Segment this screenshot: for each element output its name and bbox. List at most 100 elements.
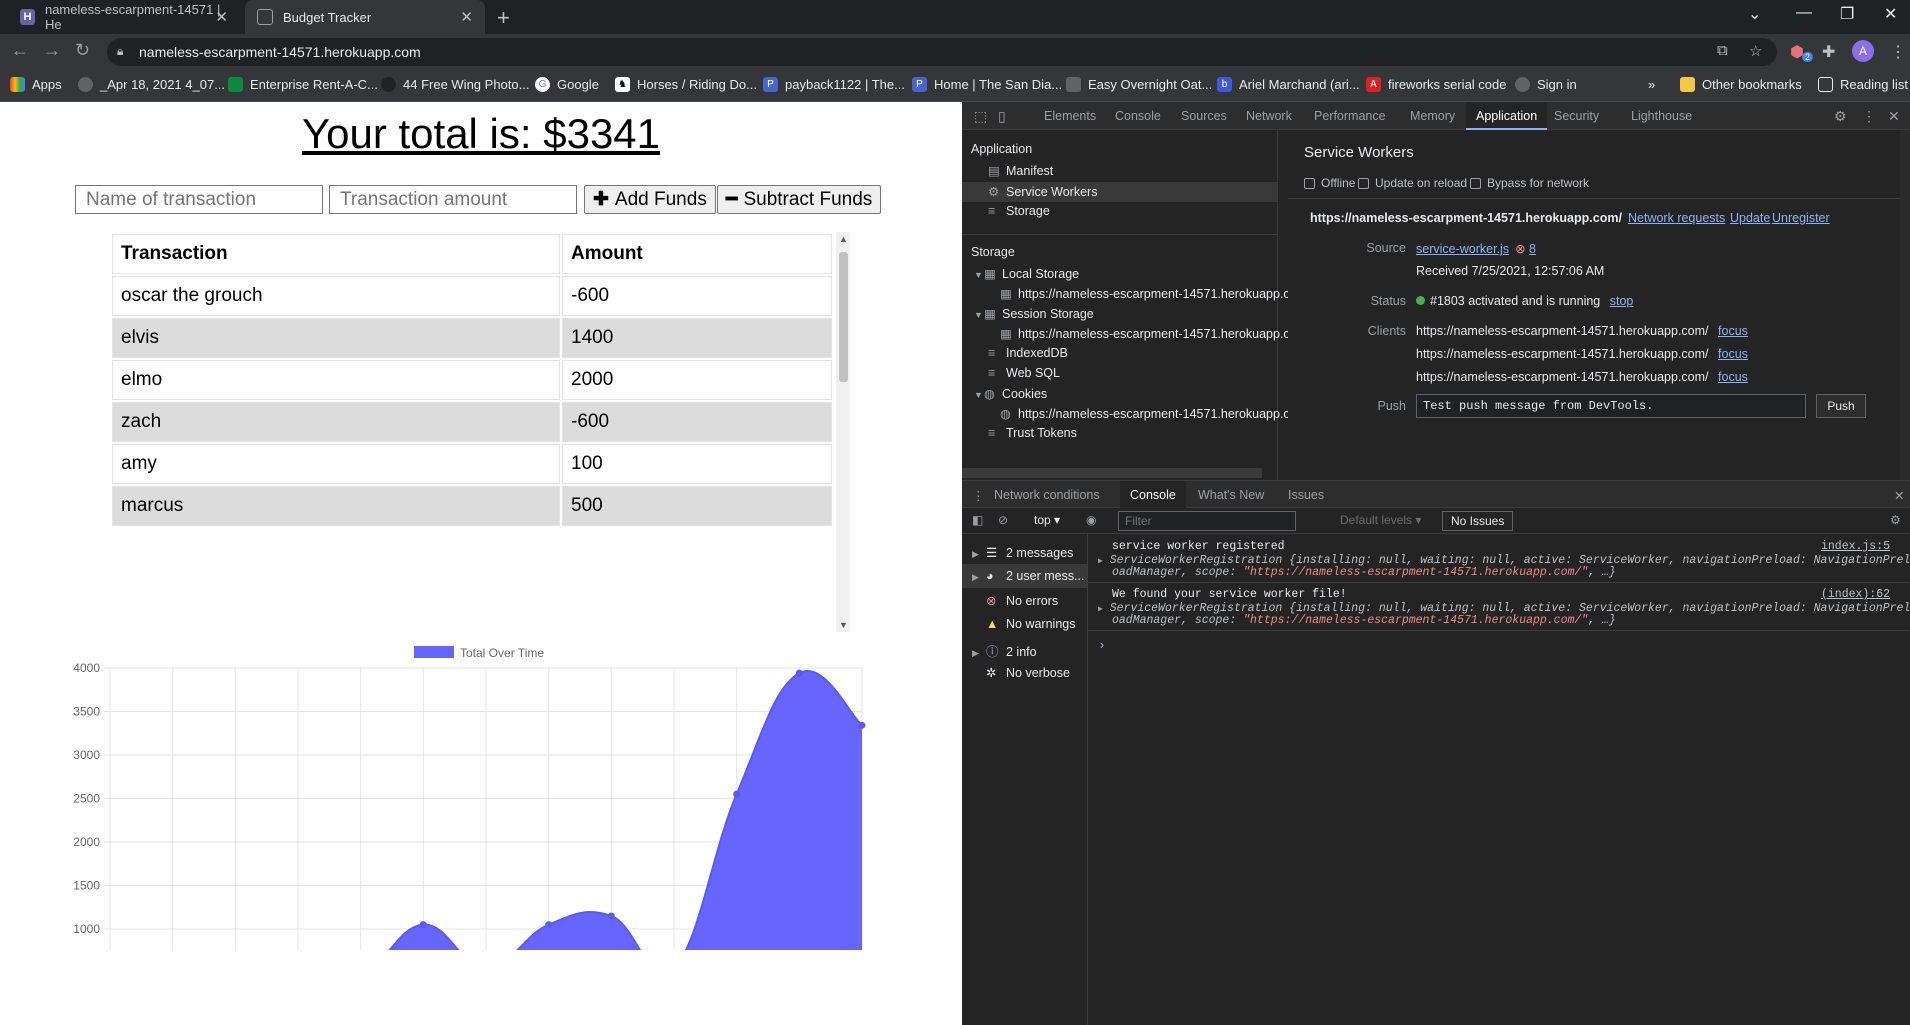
devtools-menu-icon[interactable]: ⋮	[1862, 108, 1876, 125]
sidebar-item-session-storage-origin[interactable]: ▦ https://nameless-escarpment-14571.herok…	[1000, 326, 1290, 341]
lock-icon[interactable]: 🔒︎	[117, 44, 123, 59]
bookmark-item[interactable]: P Home | The San Dia...	[912, 77, 1062, 92]
devtools-tab-application[interactable]: Application	[1466, 102, 1548, 130]
forward-icon[interactable]: →	[43, 40, 61, 61]
browser-tab-budget-tracker[interactable]: Budget Tracker ✕	[245, 0, 485, 34]
expand-triangle-icon[interactable]: ▼	[974, 310, 984, 320]
scroll-up-icon[interactable]: ▲	[839, 234, 848, 244]
drawer-menu-icon[interactable]: ⋮	[972, 488, 985, 503]
offline-checkbox[interactable]: Offline	[1304, 176, 1355, 190]
push-message-input[interactable]	[1416, 394, 1806, 418]
sidebar-item-cookies-origin[interactable]: ◍ https://nameless-escarpment-14571.herok…	[1000, 406, 1290, 421]
source-file-link[interactable]: service-worker.js	[1416, 242, 1509, 256]
minimize-icon[interactable]: —	[1796, 4, 1812, 22]
bookmark-item[interactable]: ♞ Horses / Riding Do...	[615, 77, 757, 92]
menu-kebab-icon[interactable]: ⋮	[1890, 42, 1906, 62]
device-toolbar-icon[interactable]: ▯	[998, 108, 1006, 125]
network-requests-link[interactable]: Network requests	[1628, 211, 1725, 225]
browser-tab-heroku[interactable]: H nameless-escarpment-14571 | He ✕	[8, 0, 240, 34]
console-settings-icon[interactable]: ⚙	[1890, 513, 1901, 527]
sidebar-item-service-workers[interactable]: ⚙ Service Workers	[988, 184, 1097, 199]
expand-triangle-icon[interactable]: ▼	[974, 390, 984, 400]
close-tab-icon[interactable]: ✕	[460, 8, 473, 26]
update-link[interactable]: Update	[1730, 211, 1770, 225]
profile-avatar[interactable]: A	[1852, 40, 1874, 62]
bookmark-item[interactable]: b Ariel Marchand (ari...	[1217, 77, 1360, 92]
new-tab-icon[interactable]: +	[497, 5, 510, 31]
tab-search-icon[interactable]: ⌄	[1748, 4, 1761, 24]
table-scrollbar-thumb[interactable]	[839, 252, 848, 382]
bookmark-item[interactable]: Sign in	[1515, 77, 1577, 92]
clear-console-icon[interactable]: ⊘	[998, 513, 1008, 527]
push-button[interactable]: Push	[1816, 394, 1866, 418]
address-bar[interactable]: 🔒︎ nameless-escarpment-14571.herokuapp.c…	[107, 38, 1777, 66]
issues-button[interactable]: No Issues	[1442, 511, 1514, 531]
update-on-reload-checkbox[interactable]: Update on reload	[1358, 176, 1467, 190]
devtools-tab-elements[interactable]: Elements	[1044, 109, 1096, 123]
devtools-tab-lighthouse[interactable]: Lighthouse	[1631, 109, 1692, 123]
extensions-puzzle-icon[interactable]: ✚	[1822, 42, 1835, 62]
devtools-tab-network[interactable]: Network	[1246, 109, 1292, 123]
devtools-tab-memory[interactable]: Memory	[1410, 109, 1455, 123]
url-text[interactable]: nameless-escarpment-14571.herokuapp.com	[139, 44, 421, 60]
console-filter-errors[interactable]: ⊗ No errors	[962, 588, 1087, 612]
back-icon[interactable]: ←	[11, 40, 29, 61]
drawer-close-icon[interactable]: ✕	[1894, 488, 1904, 503]
sidebar-toggle-icon[interactable]: ◧	[972, 513, 983, 527]
bookmark-item[interactable]: Afireworks serial code	[1366, 77, 1507, 92]
stop-link[interactable]: stop	[1610, 294, 1634, 308]
transaction-amount-input[interactable]	[329, 185, 577, 214]
devtools-tab-performance[interactable]: Performance	[1314, 109, 1386, 123]
focus-link[interactable]: focus	[1718, 324, 1748, 338]
focus-link[interactable]: focus	[1718, 347, 1748, 361]
drawer-tab-network-conditions[interactable]: Network conditions	[994, 488, 1100, 502]
console-message-source[interactable]: (index):62	[1821, 588, 1890, 601]
sidebar-item-cookies[interactable]: ▼◍ Cookies	[974, 386, 1047, 401]
bypass-network-checkbox[interactable]: Bypass for network	[1470, 176, 1589, 190]
devtools-tab-security[interactable]: Security	[1554, 109, 1599, 123]
focus-link[interactable]: focus	[1718, 370, 1748, 384]
unregister-link[interactable]: Unregister	[1772, 211, 1830, 225]
open-in-app-icon[interactable]: ⧉	[1717, 42, 1728, 59]
bookmark-apps[interactable]: Apps	[10, 77, 62, 92]
restore-icon[interactable]: ❐	[1840, 4, 1854, 24]
sidebar-item-websql[interactable]: ≡ Web SQL	[988, 366, 1060, 380]
reading-list[interactable]: Reading list	[1818, 77, 1908, 92]
console-filter-verbose[interactable]: ✲ No verbose	[962, 660, 1087, 684]
live-expression-eye-icon[interactable]: ◉	[1086, 513, 1096, 527]
console-message-source[interactable]: index.js:5	[1821, 540, 1890, 553]
bookmark-star-icon[interactable]: ☆	[1749, 42, 1762, 60]
window-close-icon[interactable]: ✕	[1884, 4, 1897, 24]
devtools-tab-sources[interactable]: Sources	[1181, 109, 1227, 123]
inspect-element-icon[interactable]: ⬚	[974, 108, 987, 125]
devtools-tab-console[interactable]: Console	[1115, 109, 1161, 123]
transaction-name-input[interactable]	[75, 185, 323, 214]
panel-scrollbar[interactable]	[1900, 130, 1910, 480]
drawer-tab-whats-new[interactable]: What's New	[1198, 488, 1264, 502]
bookmark-item[interactable]: Easy Overnight Oat...	[1066, 77, 1212, 92]
sidebar-item-indexeddb[interactable]: ≡ IndexedDB	[988, 346, 1068, 360]
settings-gear-icon[interactable]: ⚙	[1834, 108, 1847, 125]
console-filter-user-messages[interactable]: ▶ ◕ 2 user mess...	[962, 564, 1087, 588]
sidebar-hscrollbar[interactable]	[962, 468, 1262, 478]
sidebar-item-local-storage-origin[interactable]: ▦ https://nameless-escarpment-14571.herok…	[1000, 286, 1290, 301]
bookmark-item[interactable]: 44 Free Wing Photo...	[381, 77, 529, 92]
console-prompt-icon[interactable]: ›	[1098, 638, 1106, 653]
bookmark-item[interactable]: _Apr 18, 2021 4_07...	[78, 77, 225, 92]
log-levels-dropdown[interactable]: Default levels ▾	[1340, 513, 1421, 527]
console-filter-warnings[interactable]: ▲ No warnings	[962, 612, 1087, 636]
console-filter-info[interactable]: ▶ ⓘ 2 info	[962, 636, 1087, 660]
bookmarks-overflow-icon[interactable]: »	[1648, 77, 1655, 92]
drawer-tab-console[interactable]: Console	[1120, 481, 1186, 508]
bookmark-item[interactable]: Ppayback1122 | The...	[763, 77, 905, 92]
source-error-count[interactable]: 8	[1529, 242, 1536, 256]
sidebar-item-trust-tokens[interactable]: ≡ Trust Tokens	[988, 426, 1077, 440]
sidebar-item-storage[interactable]: ≡ Storage	[988, 204, 1050, 218]
console-filter-messages[interactable]: ▶ ☰ 2 messages	[962, 540, 1087, 564]
sidebar-item-manifest[interactable]: ▤ Manifest	[988, 163, 1053, 178]
subtract-funds-button[interactable]: ━ Subtract Funds	[717, 185, 882, 214]
drawer-tab-issues[interactable]: Issues	[1288, 488, 1324, 502]
bookmark-item[interactable]: Enterprise Rent-A-C...	[228, 77, 378, 92]
context-selector[interactable]: top ▾	[1034, 513, 1060, 527]
add-funds-button[interactable]: ✚ Add Funds	[584, 185, 716, 214]
